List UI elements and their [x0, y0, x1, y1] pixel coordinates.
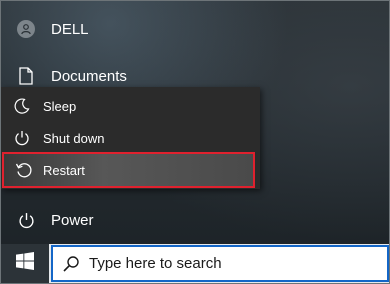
person-icon: [17, 20, 35, 38]
shut-down-label: Shut down: [43, 130, 105, 146]
sleep-menu-item[interactable]: Sleep: [1, 90, 260, 122]
power-item[interactable]: Power: [1, 207, 94, 233]
power-label: Power: [51, 211, 94, 229]
restart-label: Restart: [43, 162, 85, 178]
restart-menu-item[interactable]: Restart: [2, 152, 255, 188]
power-icon: [1, 130, 43, 146]
windows-logo-icon: [16, 252, 34, 275]
start-button[interactable]: [1, 244, 49, 283]
documents-label: Documents: [51, 67, 127, 85]
document-icon: [1, 67, 51, 85]
power-options-menu: Sleep Shut down Restart: [1, 87, 260, 189]
documents-item[interactable]: Documents: [1, 63, 127, 89]
user-avatar: [1, 20, 51, 38]
restart-icon: [4, 161, 43, 179]
taskbar: Type here to search: [1, 244, 389, 283]
shut-down-menu-item[interactable]: Shut down: [1, 122, 260, 154]
sleep-label: Sleep: [43, 98, 77, 114]
start-menu-screen: DELL Documents Sleep Shut down Restart P…: [0, 0, 390, 284]
user-account-item[interactable]: DELL: [1, 15, 89, 43]
search-placeholder: Type here to search: [89, 255, 222, 272]
search-icon: [53, 255, 89, 273]
power-icon: [1, 212, 51, 229]
moon-icon: [1, 98, 43, 114]
taskbar-search-box[interactable]: Type here to search: [51, 245, 389, 282]
user-name-label: DELL: [51, 20, 89, 38]
